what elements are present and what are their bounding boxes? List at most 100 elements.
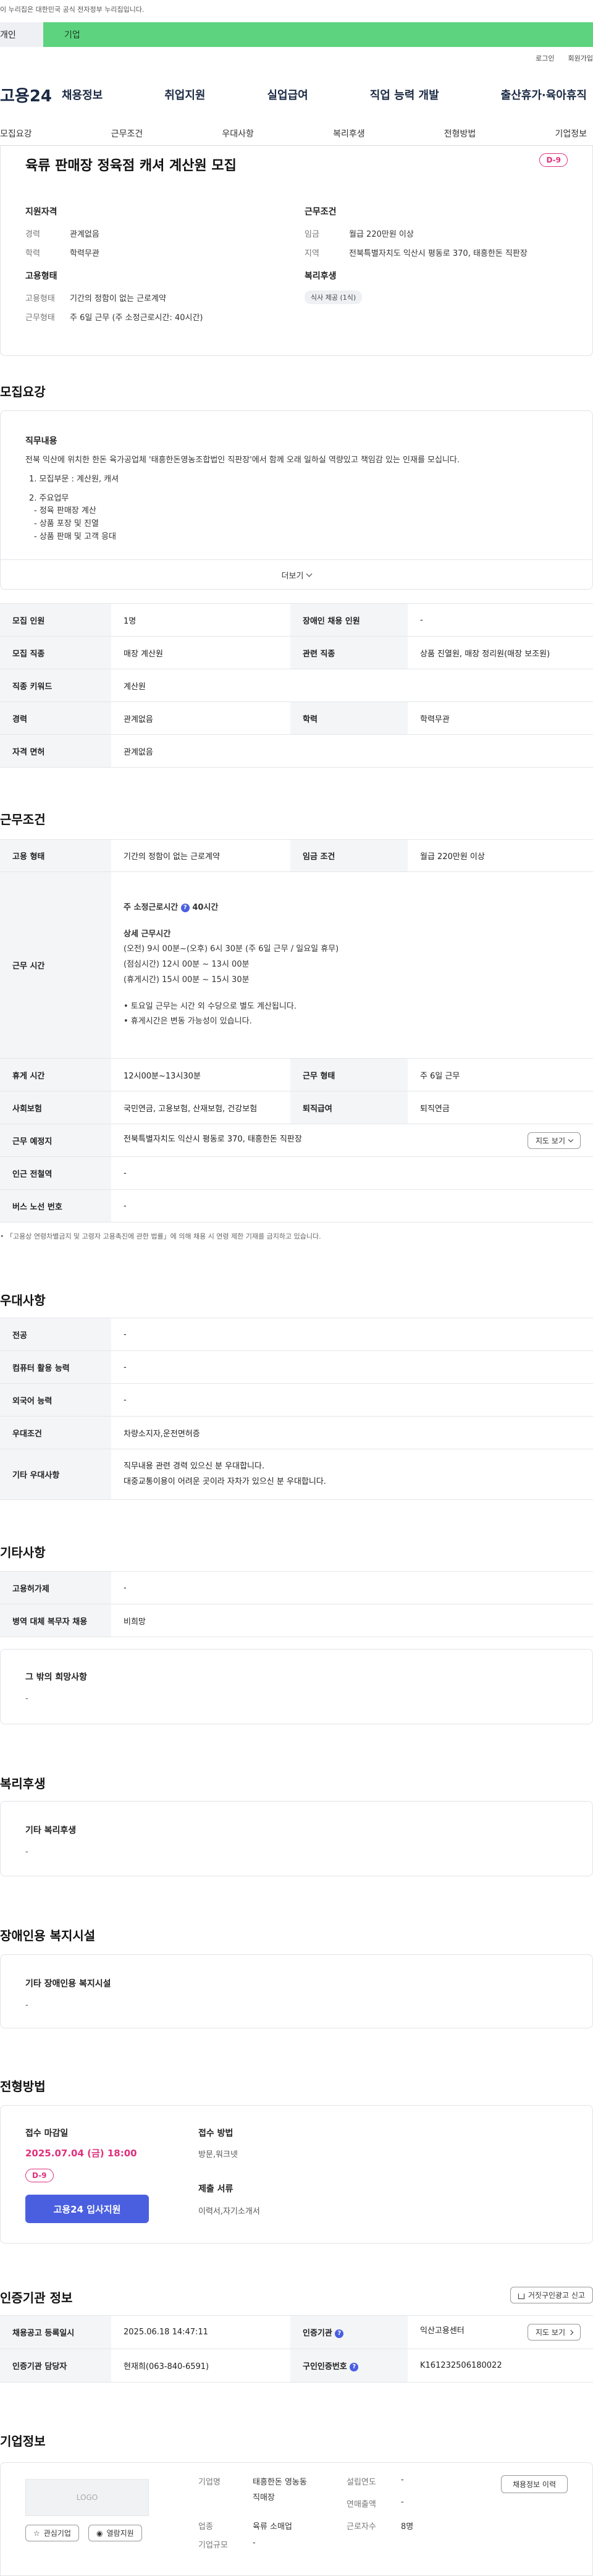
- retirement-value: 퇴직연금: [408, 1091, 593, 1124]
- employment-block: 고용형태 고용형태 기간의 정함이 없는 근로계약 근무형태 주 6일 근무 (주 …: [25, 269, 285, 323]
- segment-personal-tab[interactable]: 개인: [0, 22, 43, 47]
- process-section-title: 전형방법: [0, 2079, 46, 2094]
- tab-preferences[interactable]: 우대사항: [222, 121, 254, 145]
- table-row: 휴게 시간 12시00분~13시30분 근무 형태 주 6일 근무: [0, 1058, 593, 1091]
- cert-section-title: 인증기관 정보: [0, 2290, 73, 2305]
- cond-wage: 임금 월급 220만원 이상: [305, 227, 576, 239]
- documents-value: 이력서,자기소개서: [198, 2207, 260, 2216]
- site-logo[interactable]: 고용24: [0, 83, 62, 106]
- job-history-button[interactable]: 채용정보 이력: [500, 2475, 568, 2493]
- employees-key: 근로자수: [347, 2522, 376, 2532]
- table-row: 직종 키워드 계산원: [0, 669, 593, 702]
- cond-wage-value: 월급 220만원 이상: [349, 230, 414, 239]
- false-ad-report-label: 거짓구인광고 신고: [528, 2291, 585, 2300]
- work-time-line-5: • 휴게시간은 변동 가능성이 있습니다.: [124, 1017, 252, 1027]
- work-table: 고용 형태 기간의 정함이 없는 근로계약 임금 조건 월급 220만원 이상 …: [0, 839, 593, 1222]
- favorite-company-button[interactable]: ☆ 관심기업: [25, 2525, 79, 2541]
- qual-education: 학력 학력무관: [25, 247, 272, 258]
- job-keyword-value: 계산원: [111, 669, 593, 702]
- view-support-label: 열람지원: [106, 2529, 134, 2538]
- more-button[interactable]: 더보기: [1, 559, 592, 590]
- emp-type: 고용형태 기간의 정함이 없는 근로계약: [25, 292, 285, 303]
- workplace-cell: 전북특별자치도 익산시 평동로 370, 태흥한돈 직판장 지도 보기: [111, 1124, 593, 1157]
- pc-skill-key: 컴퓨터 활용 능력: [0, 1350, 111, 1384]
- apply-button[interactable]: 고용24 입사지원: [25, 2195, 149, 2223]
- registered-at-value: 2025.06.18 14:47:11: [111, 2315, 290, 2349]
- gov-notice-text: 이 누리집은 대한민국 공식 전자정부 누리집입니다.: [0, 6, 145, 14]
- other-wish-value: -: [25, 1694, 28, 1703]
- gnb-item-parental-leave[interactable]: 출산휴가·육아휴직: [501, 87, 587, 103]
- welfare-card: 기타 복리후생 -: [0, 1801, 593, 1876]
- qual-education-value: 학력무관: [70, 249, 99, 258]
- gov-notice-banner: 이 누리집은 대한민국 공식 전자정부 누리집입니다.: [0, 0, 593, 19]
- company-logo-text: LOGO: [76, 2493, 98, 2502]
- method-heading: 접수 방법: [198, 2129, 233, 2138]
- map-view-button[interactable]: 지도 보기: [528, 1132, 581, 1149]
- tab-process[interactable]: 전형방법: [444, 121, 476, 145]
- help-icon[interactable]: ?: [350, 2362, 359, 2371]
- false-ad-report-button[interactable]: 거짓구인광고 신고: [510, 2287, 593, 2303]
- military-value: 비희망: [111, 1604, 593, 1637]
- utility-links: 로그인 회원가입: [536, 53, 593, 63]
- view-support-button[interactable]: ◉ 열람지원: [88, 2525, 142, 2541]
- company-name-line-2: 직매장: [253, 2493, 275, 2502]
- cert-number-value: K161232506180022: [408, 2349, 593, 2383]
- employment-heading: 고용형태: [25, 271, 57, 281]
- rest-time-key: 휴게 시간: [0, 1058, 111, 1091]
- more-button-label: 더보기: [281, 572, 304, 581]
- gnb-item-jobs[interactable]: 채용정보: [62, 87, 103, 103]
- process-dday-badge: D-9: [25, 2169, 54, 2182]
- language-value: -: [111, 1383, 593, 1417]
- tab-company-info[interactable]: 기업정보: [555, 121, 587, 145]
- pref-cond-key: 우대조건: [0, 1416, 111, 1449]
- etc-table: 고용허가제 - 병역 대체 복무자 채용 비희망: [0, 1571, 593, 1637]
- insurance-value: 국민연금, 고용보험, 산재보험, 건강보험: [111, 1091, 290, 1124]
- help-icon[interactable]: ?: [335, 2329, 344, 2338]
- pref-section-title: 우대사항: [0, 1293, 46, 1308]
- disabled-count-value: -: [408, 603, 593, 637]
- recruit-count-key: 모집 인원: [0, 603, 111, 637]
- signup-link[interactable]: 회원가입: [568, 53, 593, 63]
- cert-map-button[interactable]: 지도 보기: [528, 2324, 581, 2341]
- documents-heading: 제출 서류: [198, 2184, 233, 2194]
- company-size-key: 기업규모: [198, 2541, 228, 2550]
- industry-value: 육류 소매업: [253, 2522, 292, 2532]
- etc-section-title: 기타사항: [0, 1545, 46, 1560]
- gnb-item-unemployment-benefit[interactable]: 실업급여: [267, 87, 308, 103]
- hire-permit-value: -: [111, 1571, 593, 1604]
- company-size-value: -: [253, 2538, 256, 2548]
- chevron-down-icon: [306, 570, 313, 577]
- emp-form: 근무형태 주 6일 근무 (주 소정근로시간: 40시간): [25, 311, 285, 323]
- tab-welfare[interactable]: 복리후생: [333, 121, 365, 145]
- global-nav: 고용24 채용정보 취업지원 실업급여 직업 능력 개발 출산휴가·육아휴직: [0, 73, 593, 116]
- emp-form-key: 근무형태: [25, 313, 55, 323]
- help-icon[interactable]: ?: [180, 903, 190, 912]
- cond-region-key: 지역: [305, 249, 319, 258]
- home-icon: [518, 2293, 524, 2299]
- job-summary-card: 육류 판매장 정육점 캐셔 계산원 모집 D-9 지원자격 경력 관계없음 학력 학…: [0, 146, 593, 356]
- emp-type-key: 고용형태: [25, 294, 55, 303]
- job-history-label: 채용정보 이력: [512, 2480, 556, 2489]
- founded-key: 설립연도: [347, 2478, 376, 2487]
- cert-number-key-label: 구인인증번호: [303, 2362, 347, 2371]
- cert-org-value: 익산고용센터: [420, 2326, 465, 2336]
- disability-value: -: [25, 2001, 28, 2010]
- segment-company-tab[interactable]: 기업: [43, 22, 593, 47]
- tab-recruit[interactable]: 모집요강: [0, 121, 32, 145]
- work-time-detail-heading: 상세 근무시간: [124, 929, 171, 939]
- tab-work-conditions[interactable]: 근무조건: [111, 121, 143, 145]
- welfare-summary-block: 복리후생 식사 제공 (1식): [305, 269, 552, 304]
- job-description-card: 직무내용 전북 익산에 위치한 한돈 육가공업체 '태흥한돈영농조합법인 직판장…: [0, 410, 593, 590]
- login-link[interactable]: 로그인: [536, 53, 554, 63]
- gnb-item-skill-development[interactable]: 직업 능력 개발: [370, 87, 439, 103]
- gnb-item-employment-support[interactable]: 취업지원: [164, 87, 205, 103]
- job-item-1: 1. 모집부문 : 계산원, 캐셔: [29, 474, 119, 484]
- job-intro: 전북 익산에 위치한 한돈 육가공업체 '태흥한돈영농조합법인 직판장'에서 함…: [25, 455, 460, 465]
- cert-table: 채용공고 등록일시 2025.06.18 14:47:11 인증기관 ? 익산고…: [0, 2315, 593, 2383]
- bus-value: -: [111, 1189, 593, 1222]
- table-row: 모집 인원 1명 장애인 채용 인원 -: [0, 603, 593, 637]
- major-value: -: [111, 1318, 593, 1351]
- emp-form-value: 주 6일 근무 (주 소정근로시간: 40시간): [70, 313, 203, 323]
- pref-cond-value: 차량소지자,운전면허증: [111, 1416, 593, 1449]
- star-icon: ☆: [33, 2528, 40, 2538]
